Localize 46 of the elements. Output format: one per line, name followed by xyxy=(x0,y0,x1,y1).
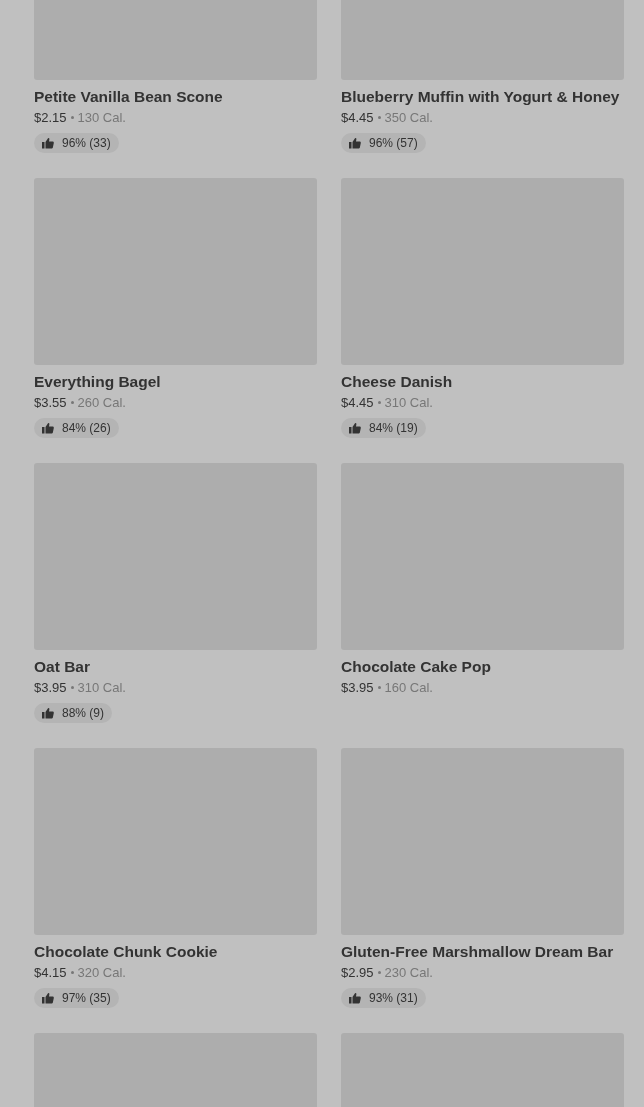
item-price: $4.15 xyxy=(34,964,67,980)
item-calories: 350 Cal. xyxy=(384,109,433,125)
item-name[interactable]: Gluten-Free Marshmallow Dream Bar xyxy=(341,942,614,962)
thumbs-up-icon xyxy=(349,422,361,434)
item-price: $3.55 xyxy=(34,394,67,410)
item-calories: 320 Cal. xyxy=(77,964,126,980)
item-calories: 230 Cal. xyxy=(384,964,433,980)
item-price: $2.15 xyxy=(34,109,67,125)
rating-text: 96% (57) xyxy=(369,136,418,150)
rating-text: 88% (9) xyxy=(62,706,105,720)
separator-dot xyxy=(70,685,74,689)
rating-text: 93% (31) xyxy=(369,991,418,1005)
rating-text: 96% (33) xyxy=(62,136,111,150)
separator-dot xyxy=(70,115,74,119)
rating-text: 97% (35) xyxy=(62,991,111,1005)
item-price: $4.45 xyxy=(341,394,374,410)
item-calories: 160 Cal. xyxy=(384,679,433,695)
item-name[interactable]: Chocolate Cake Pop xyxy=(341,657,491,677)
thumbs-up-icon xyxy=(349,992,361,1004)
item-price: $2.95 xyxy=(341,964,374,980)
item-name[interactable]: Chocolate Chunk Cookie xyxy=(34,942,218,962)
item-name[interactable]: Oat Bar xyxy=(34,657,90,677)
item-calories: 130 Cal. xyxy=(77,109,126,125)
item-price: $4.45 xyxy=(341,109,374,125)
separator-dot xyxy=(70,400,74,404)
separator-dot xyxy=(377,400,381,404)
separator-dot xyxy=(377,685,381,689)
rating-text: 84% (19) xyxy=(369,421,418,435)
thumbs-up-icon xyxy=(349,137,361,149)
separator-dot xyxy=(70,970,74,974)
thumbs-up-icon xyxy=(42,422,54,434)
item-name[interactable]: Cheese Danish xyxy=(341,372,453,392)
item-name[interactable]: Blueberry Muffin with Yogurt & Honey xyxy=(341,87,620,107)
separator-dot xyxy=(377,970,381,974)
item-name[interactable]: Everything Bagel xyxy=(34,372,161,392)
thumbs-up-icon xyxy=(42,137,54,149)
item-price: $3.95 xyxy=(341,679,374,695)
item-calories: 310 Cal. xyxy=(384,394,433,410)
item-calories: 310 Cal. xyxy=(77,679,126,695)
item-price: $3.95 xyxy=(34,679,67,695)
separator-dot xyxy=(377,115,381,119)
rating-text: 84% (26) xyxy=(62,421,111,435)
thumbs-up-icon xyxy=(42,707,54,719)
item-name[interactable]: Petite Vanilla Bean Scone xyxy=(34,87,223,107)
thumbs-up-icon xyxy=(42,992,54,1004)
item-calories: 260 Cal. xyxy=(77,394,126,410)
